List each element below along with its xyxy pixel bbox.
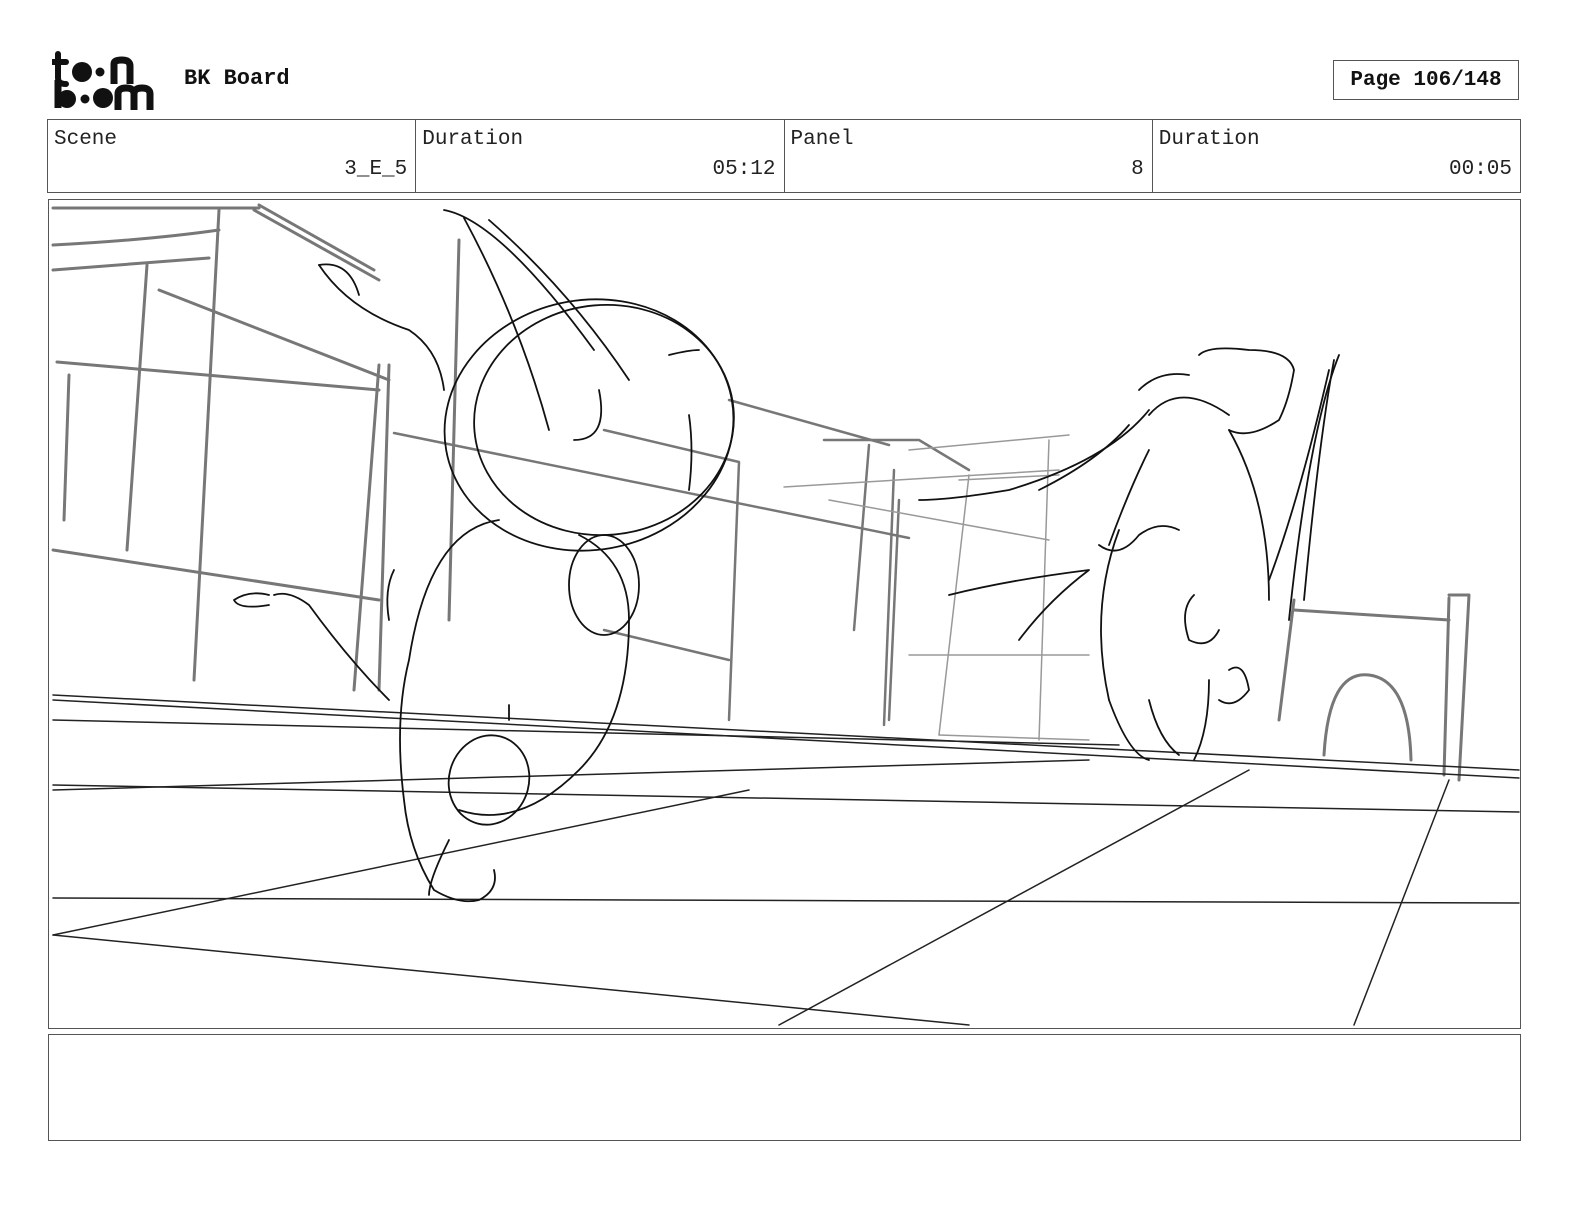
panel-value: 8 <box>1131 158 1144 181</box>
panel-label: Panel <box>790 128 854 151</box>
panel-duration-label: Duration <box>1158 128 1260 151</box>
panel-duration-cell: Duration 00:05 <box>1153 120 1520 192</box>
info-table: Scene 3_E_5 Duration 05:12 Panel 8 Durat… <box>47 119 1521 193</box>
page-number: Page 106/148 <box>1333 60 1519 100</box>
panel-sketch <box>51 203 1520 1026</box>
scene-cell: Scene 3_E_5 <box>48 120 417 192</box>
notes-box <box>48 1034 1521 1141</box>
scene-duration-cell: Duration 05:12 <box>416 120 785 192</box>
scene-duration-label: Duration <box>422 128 524 151</box>
panel-cell: Panel 8 <box>785 120 1153 192</box>
storyboard-panel <box>48 199 1521 1029</box>
scene-label: Scene <box>54 128 118 151</box>
panel-duration-value: 00:05 <box>1448 158 1512 181</box>
scene-duration-value: 05:12 <box>712 158 776 181</box>
toon-boom-logo <box>52 51 154 110</box>
board-title: BK Board <box>184 66 290 91</box>
scene-value: 3_E_5 <box>344 158 408 181</box>
